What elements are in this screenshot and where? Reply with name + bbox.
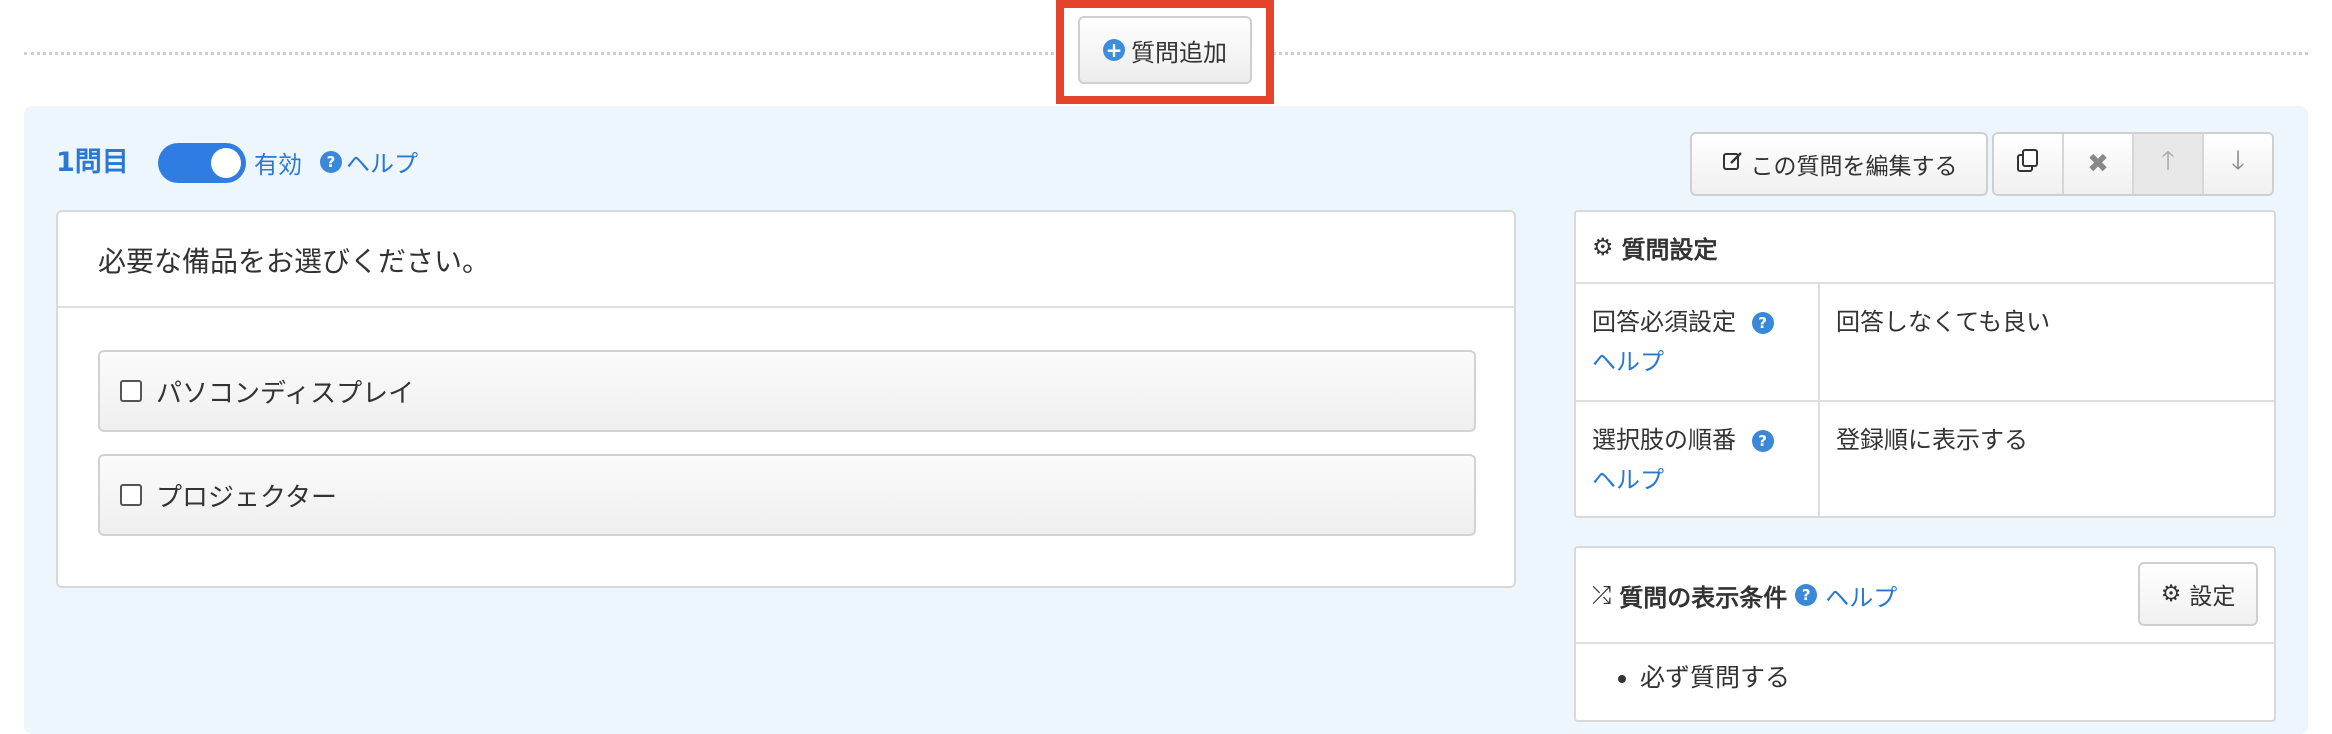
option-label: プロジェクター (156, 482, 337, 513)
settings-key: 選択肢の順番 ? ヘルプ (1576, 402, 1820, 518)
settings-header: ⚙ 質問設定 (1576, 212, 2274, 284)
question-circle-icon: ? (320, 150, 342, 173)
settings-help-link[interactable]: ヘルプ (1592, 466, 1664, 494)
question-circle-icon: ? (1795, 584, 1818, 606)
toggle-knob (211, 148, 241, 178)
question-text: 必要な備品をお選びください。 (58, 212, 1514, 308)
edit-question-button[interactable]: この質問を編集する (1690, 132, 1988, 196)
question-action-group: ✖ 🡑 🡓 (1992, 132, 2274, 196)
question-circle-icon: ? (1751, 312, 1774, 334)
add-question-button[interactable]: + 質問追加 (1078, 16, 1252, 84)
option-label: パソコンディスプレイ (156, 378, 415, 409)
settings-key-label: 回答必須設定 (1592, 308, 1736, 336)
edit-question-label: この質問を編集する (1750, 154, 1958, 180)
option-item[interactable]: プロジェクター (98, 454, 1476, 536)
option-checkbox[interactable] (120, 484, 142, 506)
enabled-toggle[interactable] (158, 143, 246, 183)
settings-value: 登録順に表示する (1836, 426, 2028, 454)
move-up-button[interactable]: 🡑 (2132, 134, 2202, 194)
copy-button[interactable] (1994, 134, 2062, 194)
help-label: ヘルプ (346, 150, 418, 178)
settings-key-label: 選択肢の順番 (1592, 426, 1736, 454)
move-down-button[interactable]: 🡓 (2202, 134, 2272, 194)
plus-circle-icon: + (1103, 39, 1125, 61)
condition-item: 必ず質問する (1640, 658, 2240, 694)
enabled-label: 有効 (254, 151, 302, 179)
delete-button[interactable]: ✖ (2062, 134, 2132, 194)
gear-icon: ⚙ (1592, 233, 1614, 261)
condition-settings-label: 設定 (2189, 584, 2236, 610)
question-circle-icon: ? (1751, 430, 1774, 452)
question-settings-card: ⚙ 質問設定 回答必須設定 ? ヘルプ 回答しなくても良い 選択肢の順番 ? ヘ… (1574, 210, 2276, 518)
times-icon: ✖ (2087, 149, 2109, 179)
option-item[interactable]: パソコンディスプレイ (98, 350, 1476, 432)
gear-icon: ⚙ (2160, 581, 2182, 607)
settings-title: 質問設定 (1621, 235, 1718, 264)
condition-help-link[interactable]: ヘルプ (1825, 578, 1897, 613)
question-number: 1問目 (56, 147, 129, 178)
settings-row: 回答必須設定 ? ヘルプ 回答しなくても良い (1576, 284, 2274, 402)
question-help-link[interactable]: ? ヘルプ (320, 144, 418, 179)
condition-settings-button[interactable]: ⚙ 設定 (2138, 562, 2258, 626)
edit-icon (1721, 149, 1745, 179)
settings-help-link[interactable]: ヘルプ (1592, 348, 1664, 376)
option-checkbox[interactable] (120, 380, 142, 402)
shuffle-icon: ⤮ (1592, 581, 1612, 609)
copy-icon (2015, 148, 2041, 181)
settings-row: 選択肢の順番 ? ヘルプ 登録順に表示する (1576, 402, 2274, 518)
condition-header: ⤮ 質問の表示条件 ? ヘルプ ⚙ 設定 (1576, 548, 2274, 644)
arrow-down-icon: 🡓 (2231, 146, 2245, 176)
display-condition-card: ⤮ 質問の表示条件 ? ヘルプ ⚙ 設定 必ず質問する (1574, 546, 2276, 722)
add-question-label: 質問追加 (1131, 38, 1227, 67)
settings-key: 回答必須設定 ? ヘルプ (1576, 284, 1820, 400)
condition-title: 質問の表示条件 (1619, 583, 1788, 612)
settings-value: 回答しなくても良い (1836, 308, 2051, 336)
condition-list: 必ず質問する (1576, 644, 2274, 708)
question-card: 必要な備品をお選びください。 パソコンディスプレイ プロジェクター (56, 210, 1516, 588)
arrow-up-icon: 🡑 (2161, 146, 2175, 176)
